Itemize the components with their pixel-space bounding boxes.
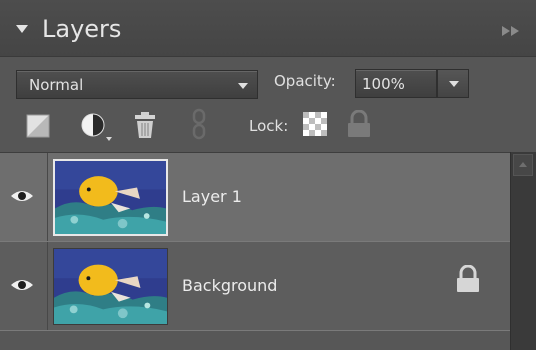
layer-thumbnail — [53, 248, 168, 325]
panel-header: Layers — [0, 0, 536, 57]
link-icon[interactable] — [190, 108, 208, 140]
scroll-up-button[interactable] — [513, 154, 533, 176]
eye-icon — [11, 191, 33, 201]
layer-row-background[interactable]: Background — [0, 242, 510, 330]
fast-forward-icon[interactable] — [502, 26, 520, 36]
layer-row-layer-1[interactable]: Layer 1 — [0, 153, 510, 241]
visibility-toggle[interactable] — [0, 153, 48, 241]
eye-icon — [11, 280, 33, 290]
visibility-toggle[interactable] — [0, 242, 48, 330]
new-layer-icon[interactable] — [26, 114, 50, 138]
blend-mode-select[interactable]: Normal — [16, 70, 258, 99]
layer-name[interactable]: Layer 1 — [182, 187, 242, 207]
chevron-down-icon — [238, 83, 248, 89]
layers-list: Layer 1 Background — [0, 152, 510, 350]
lock-icon — [457, 265, 479, 292]
row-divider — [0, 330, 510, 331]
layer-name[interactable]: Background — [182, 276, 277, 296]
lock-label: Lock: — [249, 117, 289, 135]
trash-icon[interactable] — [133, 111, 157, 139]
opacity-label: Opacity: — [274, 72, 336, 90]
blend-mode-value: Normal — [29, 76, 84, 94]
adjustment-layer-icon[interactable] — [80, 112, 114, 142]
panel-title: Layers — [42, 15, 122, 43]
layers-panel: Layers Normal Opacity: 100% Lock: Layer … — [0, 0, 536, 350]
layers-scrollbar[interactable] — [510, 152, 536, 350]
opacity-input[interactable]: 100% — [355, 69, 437, 98]
chevron-down-icon — [449, 81, 459, 87]
lock-all-icon[interactable] — [346, 110, 372, 138]
opacity-dropdown-button[interactable] — [437, 69, 469, 98]
layer-thumbnail — [53, 159, 168, 236]
opacity-value: 100% — [362, 75, 405, 93]
triangle-down-icon[interactable] — [16, 25, 28, 33]
chevron-up-icon — [519, 162, 527, 167]
lock-transparency-icon[interactable] — [303, 112, 327, 136]
